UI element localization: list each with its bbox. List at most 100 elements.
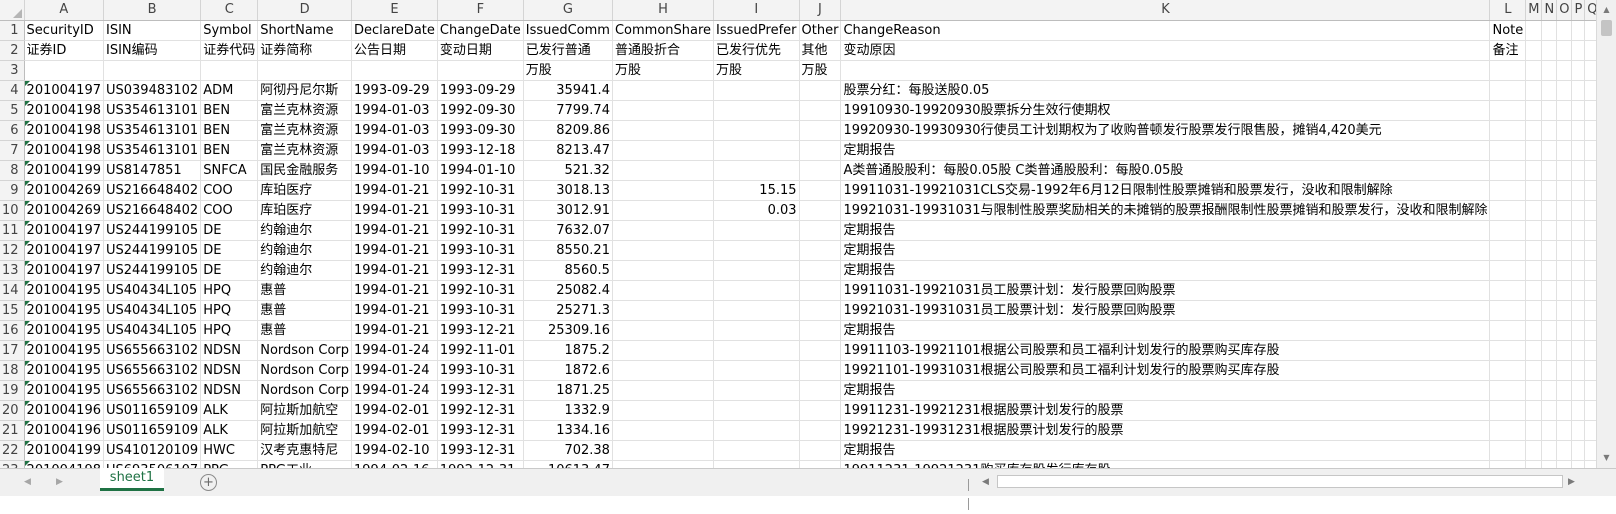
cell-q[interactable]	[1584, 440, 1596, 461]
cell-h[interactable]	[612, 140, 715, 161]
cell-o[interactable]	[1556, 360, 1573, 381]
column-header-o[interactable]: O	[1556, 0, 1573, 21]
cell-i[interactable]: 万股	[713, 60, 800, 81]
cell-d[interactable]: 库珀医疗	[257, 180, 353, 201]
cell-k[interactable]: 股票分红：每股送股0.05	[840, 80, 1491, 101]
cell-g[interactable]: IssuedComm	[523, 20, 613, 41]
cell-n[interactable]	[1541, 60, 1558, 81]
cell-i[interactable]: 已发行优先	[713, 40, 800, 61]
cell-a[interactable]: 201004197	[24, 220, 105, 241]
cell-b[interactable]: US354613101	[103, 100, 202, 121]
cell-j[interactable]	[799, 120, 842, 141]
select-all-corner[interactable]	[0, 0, 25, 21]
cell-p[interactable]	[1571, 140, 1586, 161]
cell-n[interactable]	[1541, 380, 1558, 401]
cell-k[interactable]: 19921101-19931031根据公司股票和员工福利计划发行的股票购买库存股	[840, 360, 1491, 381]
cell-p[interactable]	[1571, 240, 1586, 261]
cell-o[interactable]	[1556, 160, 1573, 181]
cell-e[interactable]: 1994-01-21	[351, 260, 438, 281]
scroll-up-icon[interactable]: ▲	[1597, 2, 1616, 18]
cell-l[interactable]	[1489, 60, 1527, 81]
cell-k[interactable]: 19920930-19930930行使员工计划期权为了收购普顿发行股票发行限售股…	[840, 120, 1491, 141]
cell-n[interactable]	[1541, 320, 1558, 341]
cell-o[interactable]	[1556, 260, 1573, 281]
cell-q[interactable]	[1584, 240, 1596, 261]
cell-g[interactable]: 8209.86	[523, 120, 613, 141]
cell-d[interactable]: 富兰克林资源	[257, 120, 353, 141]
cell-j[interactable]	[799, 100, 842, 121]
cell-o[interactable]	[1556, 400, 1573, 421]
cell-p[interactable]	[1571, 440, 1586, 461]
cell-d[interactable]: Nordson Corp	[257, 340, 353, 361]
cell-h[interactable]	[612, 240, 715, 261]
cell-l[interactable]	[1489, 160, 1527, 181]
cell-n[interactable]	[1541, 340, 1558, 361]
cell-f[interactable]: 1992-09-30	[437, 100, 524, 121]
row-header[interactable]: 6	[0, 120, 25, 141]
vertical-scrollbar[interactable]: ▲ ▼	[1596, 0, 1616, 468]
column-header-m[interactable]: M	[1525, 0, 1543, 21]
cell-f[interactable]: 1993-10-31	[437, 240, 524, 261]
cell-l[interactable]	[1489, 440, 1527, 461]
cell-p[interactable]	[1571, 40, 1586, 61]
cell-l[interactable]	[1489, 80, 1527, 101]
cell-a[interactable]: 201004196	[24, 420, 105, 441]
cell-f[interactable]: 1992-12-31	[437, 400, 524, 421]
cell-g[interactable]: 1872.6	[523, 360, 613, 381]
row-header[interactable]: 9	[0, 180, 25, 201]
cell-c[interactable]: NDSN	[200, 380, 259, 401]
cell-i[interactable]	[713, 240, 800, 261]
cell-p[interactable]	[1571, 380, 1586, 401]
cell-n[interactable]	[1541, 440, 1558, 461]
cell-m[interactable]	[1525, 20, 1543, 41]
cell-c[interactable]: ALK	[200, 400, 259, 421]
column-header-k[interactable]: K	[840, 0, 1491, 21]
cell-e[interactable]: 1994-01-21	[351, 200, 438, 221]
cell-k[interactable]: 定期报告	[840, 260, 1491, 281]
cell-k[interactable]: 定期报告	[840, 140, 1491, 161]
cell-j[interactable]: 万股	[799, 60, 842, 81]
row-header[interactable]: 17	[0, 340, 25, 361]
cell-j[interactable]	[799, 220, 842, 241]
cell-d[interactable]: 约翰迪尔	[257, 260, 353, 281]
cell-a[interactable]: 201004198	[24, 140, 105, 161]
cell-l[interactable]	[1489, 420, 1527, 441]
scroll-right-icon[interactable]: ▶	[1568, 474, 1575, 490]
cell-j[interactable]	[799, 440, 842, 461]
cell-f[interactable]: 1993-10-31	[437, 300, 524, 321]
vertical-scroll-thumb[interactable]	[1601, 20, 1612, 36]
cell-c[interactable]: SNFCA	[200, 160, 259, 181]
cell-e[interactable]: 1994-01-24	[351, 340, 438, 361]
cell-p[interactable]	[1571, 60, 1586, 81]
cell-b[interactable]: US354613101	[103, 140, 202, 161]
cell-f[interactable]: 1993-10-31	[437, 360, 524, 381]
cell-g[interactable]: 8213.47	[523, 140, 613, 161]
cell-q[interactable]	[1584, 120, 1596, 141]
cell-m[interactable]	[1525, 360, 1543, 381]
cell-m[interactable]	[1525, 320, 1543, 341]
row-header[interactable]: 18	[0, 360, 25, 381]
cell-g[interactable]: 3018.13	[523, 180, 613, 201]
cell-e[interactable]: DeclareDate	[351, 20, 438, 41]
cell-b[interactable]: ISIN编码	[103, 40, 202, 61]
cell-e[interactable]: 1994-01-03	[351, 120, 438, 141]
cell-o[interactable]	[1556, 300, 1573, 321]
cell-q[interactable]	[1584, 200, 1596, 221]
cell-e[interactable]: 1994-01-21	[351, 300, 438, 321]
cell-q[interactable]	[1584, 60, 1596, 81]
cell-o[interactable]	[1556, 280, 1573, 301]
column-header-p[interactable]: P	[1571, 0, 1586, 21]
cell-d[interactable]: 约翰迪尔	[257, 220, 353, 241]
cell-n[interactable]	[1541, 20, 1558, 41]
cell-m[interactable]	[1525, 420, 1543, 441]
cell-e[interactable]: 1993-09-29	[351, 80, 438, 101]
cell-q[interactable]	[1584, 100, 1596, 121]
cell-k[interactable]: 19911103-19921101根据公司股票和员工福利计划发行的股票购买库存股	[840, 340, 1491, 361]
cell-m[interactable]	[1525, 160, 1543, 181]
cell-f[interactable]: 1993-09-29	[437, 80, 524, 101]
cell-e[interactable]: 1994-01-24	[351, 380, 438, 401]
cell-c[interactable]: 证券代码	[200, 40, 259, 61]
cell-e[interactable]: 1994-02-10	[351, 440, 438, 461]
cell-b[interactable]: US216648402	[103, 180, 202, 201]
cell-h[interactable]	[612, 380, 715, 401]
